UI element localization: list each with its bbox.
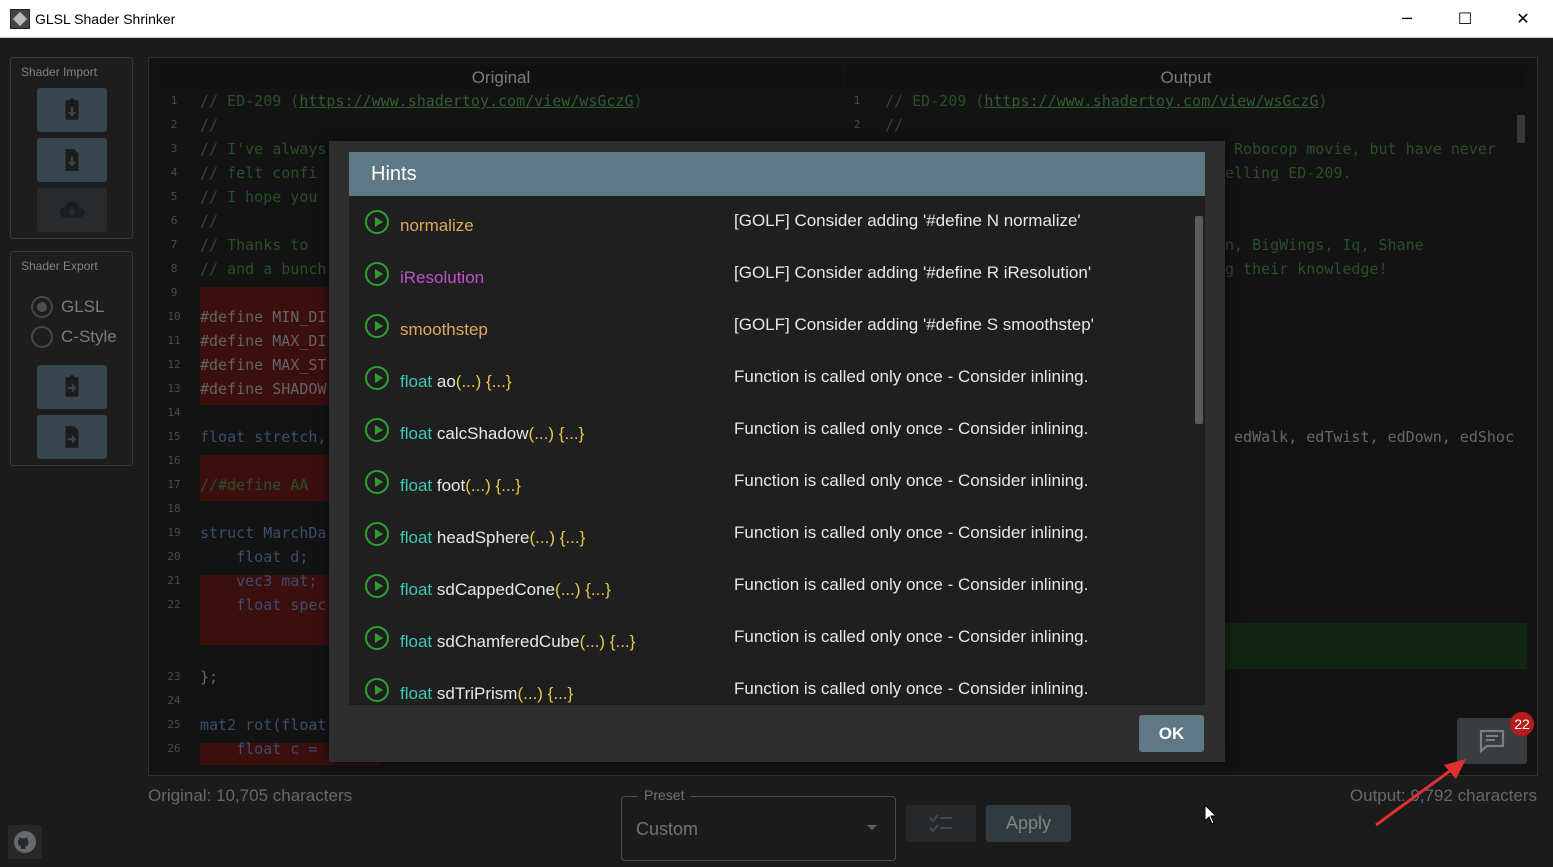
hint-name: smoothstep	[400, 320, 488, 340]
window-title: GLSL Shader Shrinker	[35, 11, 176, 27]
hint-identifier: smoothstep	[400, 320, 488, 339]
hint-row[interactable]: normalize [GOLF] Consider adding '#define…	[349, 196, 1189, 248]
play-icon[interactable]	[365, 574, 389, 598]
annotation-arrow	[1375, 759, 1466, 827]
play-icon[interactable]	[365, 522, 389, 546]
hint-identifier: sdTriPrism	[436, 684, 518, 703]
hint-name: float sdTriPrism(...) {...}	[400, 684, 573, 704]
mouse-cursor-icon	[1204, 804, 1218, 825]
hint-name: float sdCappedCone(...) {...}	[400, 580, 611, 600]
hint-description: [GOLF] Consider adding '#define S smooth…	[734, 315, 1094, 334]
play-icon[interactable]	[365, 366, 389, 390]
hint-description: Function is called only once - Consider …	[734, 471, 1089, 490]
hint-type: float	[400, 684, 433, 703]
hint-name: float ao(...) {...}	[400, 372, 512, 392]
play-icon[interactable]	[365, 470, 389, 494]
hint-suffix: (...) {...}	[517, 684, 574, 703]
hint-type: float	[400, 632, 433, 651]
play-icon[interactable]	[365, 210, 389, 234]
hint-row[interactable]: smoothstep [GOLF] Consider adding '#defin…	[349, 300, 1189, 352]
dialog-title: Hints	[349, 152, 1205, 196]
hint-identifier: headSphere	[436, 528, 530, 547]
hint-name: float headSphere(...) {...}	[400, 528, 585, 548]
play-icon[interactable]	[365, 678, 389, 702]
hint-name: float sdChamferedCube(...) {...}	[400, 632, 635, 652]
play-icon[interactable]	[365, 314, 389, 338]
minimize-button[interactable]: ─	[1378, 0, 1436, 38]
app-logo-icon	[10, 9, 30, 29]
hint-suffix: (...) {...}	[529, 528, 586, 547]
hint-identifier: ao	[436, 372, 456, 391]
hint-type: float	[400, 424, 433, 443]
hint-row[interactable]: float sdChamferedCube(...) {...} Function…	[349, 612, 1189, 664]
hint-suffix: (...) {...}	[455, 372, 512, 391]
hint-suffix: (...) {...}	[579, 632, 636, 651]
hint-type: float	[400, 476, 433, 495]
message-icon	[1479, 729, 1505, 754]
hint-description: [GOLF] Consider adding '#define N normal…	[734, 211, 1081, 230]
hint-name: normalize	[400, 216, 474, 236]
play-icon[interactable]	[365, 626, 389, 650]
hint-name: float foot(...) {...}	[400, 476, 521, 496]
hints-dialog: Hints normalize [GOLF] Consider adding '#…	[329, 141, 1225, 762]
hint-identifier: foot	[436, 476, 466, 495]
play-icon[interactable]	[365, 418, 389, 442]
hint-description: [GOLF] Consider adding '#define R iResol…	[734, 263, 1092, 282]
hint-type: float	[400, 528, 433, 547]
hint-row[interactable]: float ao(...) {...} Function is called on…	[349, 352, 1189, 404]
hints-count-badge: 22	[1510, 712, 1534, 736]
ok-button[interactable]: OK	[1139, 715, 1204, 752]
hint-name: iResolution	[400, 268, 484, 288]
hint-row[interactable]: float sdTriPrism(...) {...} Function is c…	[349, 664, 1189, 705]
hint-row[interactable]: float sdCappedCone(...) {...} Function is…	[349, 560, 1189, 612]
hint-suffix: (...) {...}	[465, 476, 521, 495]
hint-identifier: iResolution	[400, 268, 485, 287]
close-button[interactable]: ✕	[1494, 0, 1552, 38]
hints-scrollbar[interactable]	[1195, 216, 1203, 424]
hint-row[interactable]: float calcShadow(...) {...} Function is c…	[349, 404, 1189, 456]
hint-type: float	[400, 372, 433, 391]
hint-description: Function is called only once - Consider …	[734, 523, 1089, 542]
hint-row[interactable]: float foot(...) {...} Function is called …	[349, 456, 1189, 508]
hint-identifier: normalize	[400, 216, 474, 235]
hint-description: Function is called only once - Consider …	[734, 627, 1089, 646]
hint-description: Function is called only once - Consider …	[734, 367, 1089, 386]
hint-description: Function is called only once - Consider …	[734, 679, 1089, 698]
hint-suffix: (...) {...}	[555, 580, 611, 599]
hint-suffix: (...) {...}	[528, 424, 585, 443]
hint-identifier: sdChamferedCube	[436, 632, 580, 651]
hint-description: Function is called only once - Consider …	[734, 419, 1089, 438]
hint-row[interactable]: float headSphere(...) {...} Function is c…	[349, 508, 1189, 560]
hint-identifier: sdCappedCone	[436, 580, 556, 599]
hint-identifier: calcShadow	[436, 424, 529, 443]
hint-description: Function is called only once - Consider …	[734, 575, 1089, 594]
play-icon[interactable]	[365, 262, 389, 286]
hint-name: float calcShadow(...) {...}	[400, 424, 584, 444]
maximize-button[interactable]: ☐	[1436, 0, 1494, 38]
hints-list[interactable]: normalize [GOLF] Consider adding '#define…	[349, 196, 1205, 705]
hint-row[interactable]: iResolution [GOLF] Consider adding '#defi…	[349, 248, 1189, 300]
title-bar: GLSL Shader Shrinker ─ ☐ ✕	[0, 0, 1553, 38]
hint-type: float	[400, 580, 433, 599]
